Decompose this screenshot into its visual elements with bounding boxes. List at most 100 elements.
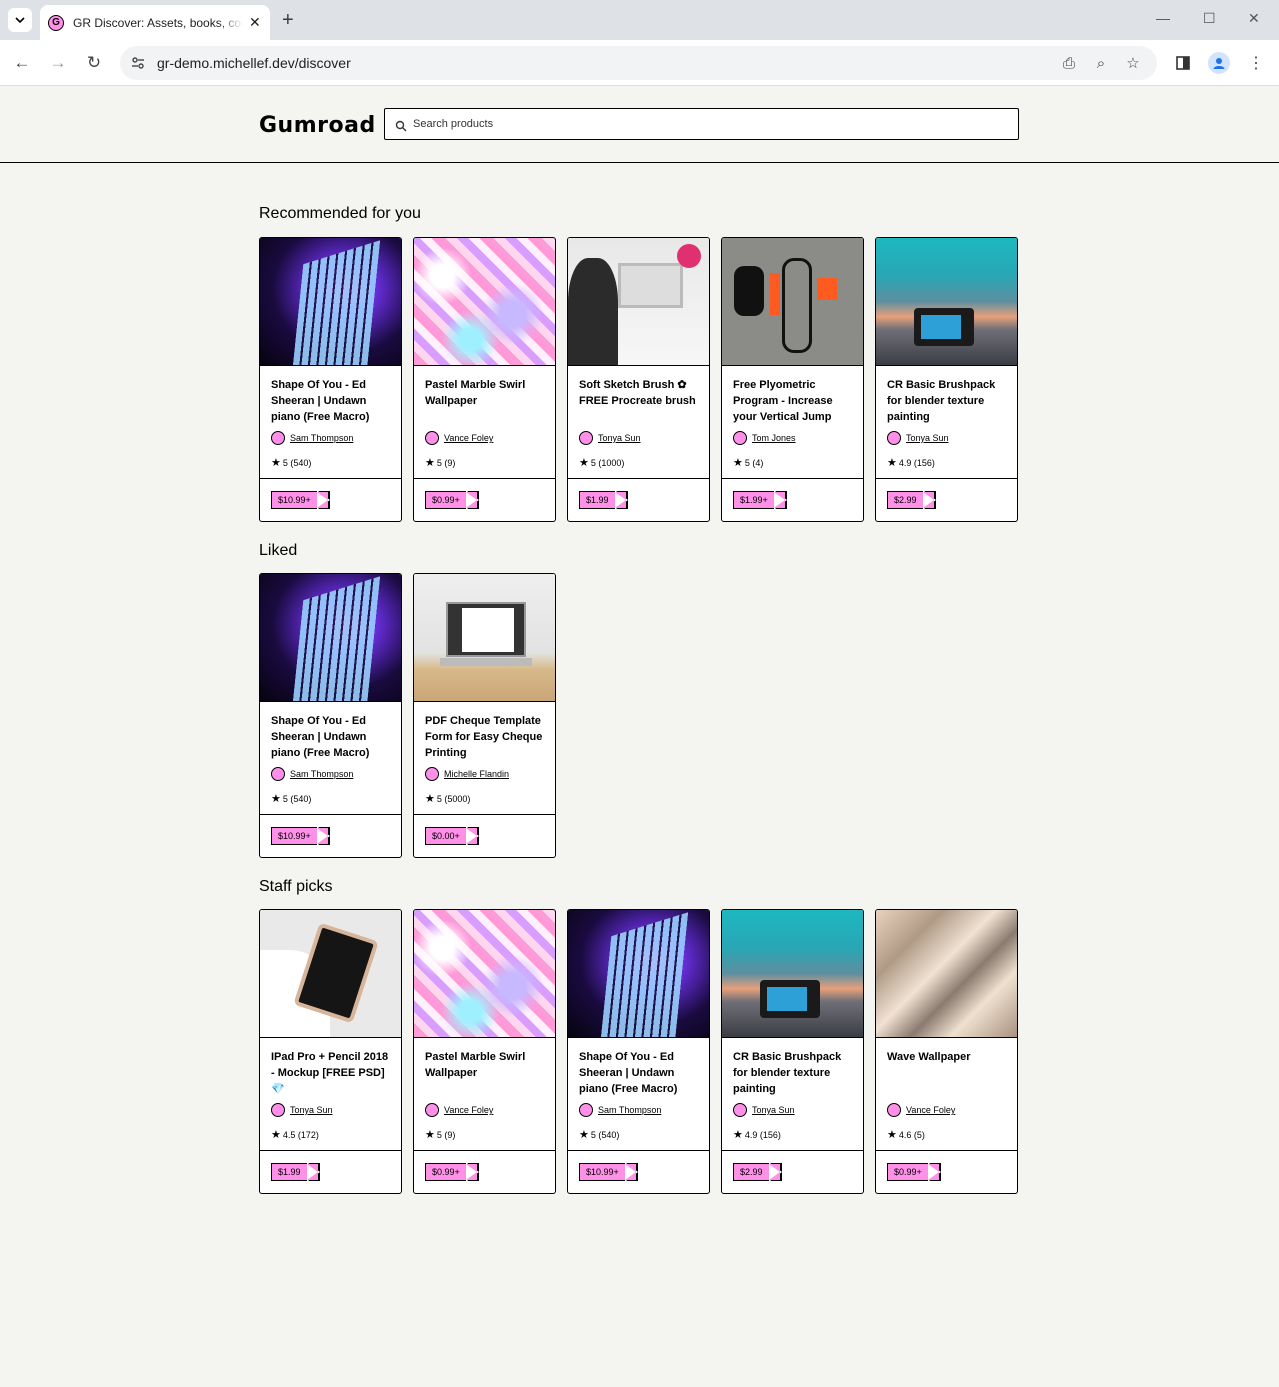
creator-link[interactable]: Tonya Sun [579, 431, 641, 445]
product-card[interactable]: PDF Cheque Template Form for Easy Cheque… [413, 573, 556, 858]
product-title[interactable]: Shape Of You - Ed Sheeran | Undawn piano… [271, 713, 390, 761]
price-tag: $0.99+ [425, 1163, 479, 1181]
creator-link[interactable]: Vance Foley [887, 1103, 955, 1117]
product-title[interactable]: Shape Of You - Ed Sheeran | Undawn piano… [579, 1049, 698, 1097]
product-card[interactable]: Free Plyometric Program - Increase your … [721, 237, 864, 522]
product-title[interactable]: CR Basic Brushpack for blender texture p… [733, 1049, 852, 1097]
product-title[interactable]: Pastel Marble Swirl Wallpaper [425, 1049, 544, 1097]
product-rating: ★ 5 (540) [579, 1128, 619, 1141]
product-rating: ★ 5 (9) [425, 456, 455, 469]
product-thumbnail[interactable] [568, 238, 709, 366]
product-info: Pastel Marble Swirl Wallpaper Vance Fole… [414, 1038, 555, 1151]
creator-link[interactable]: Sam Thompson [271, 767, 353, 781]
creator-name[interactable]: Sam Thompson [598, 1105, 661, 1115]
product-rating: ★ 5 (9) [425, 1128, 455, 1141]
product-title[interactable]: Shape Of You - Ed Sheeran | Undawn piano… [271, 377, 390, 425]
gumroad-logo[interactable]: Gumroad [259, 113, 376, 138]
product-card[interactable]: Wave Wallpaper Vance Foley ★ 4.6 (5) $0.… [875, 909, 1018, 1194]
close-tab-icon[interactable]: ✕ [249, 14, 261, 31]
product-thumbnail[interactable] [876, 910, 1017, 1038]
creator-link[interactable]: Tonya Sun [733, 1103, 795, 1117]
product-title[interactable]: IPad Pro + Pencil 2018 - Mockup [FREE PS… [271, 1049, 390, 1097]
star-icon: ★ [579, 457, 589, 469]
minimize-icon[interactable]: — [1156, 10, 1170, 26]
product-card[interactable]: Shape Of You - Ed Sheeran | Undawn piano… [259, 237, 402, 522]
product-card[interactable]: CR Basic Brushpack for blender texture p… [875, 237, 1018, 522]
creator-name[interactable]: Tonya Sun [906, 433, 949, 443]
creator-link[interactable]: Tonya Sun [887, 431, 949, 445]
creator-name[interactable]: Tonya Sun [752, 1105, 795, 1115]
search-bar[interactable] [384, 108, 1019, 140]
product-info: Shape Of You - Ed Sheeran | Undawn piano… [260, 702, 401, 815]
product-price-row: $0.99+ [876, 1151, 1017, 1193]
creator-name[interactable]: Sam Thompson [290, 433, 353, 443]
creator-name[interactable]: Vance Foley [444, 1105, 493, 1115]
product-thumbnail[interactable] [568, 910, 709, 1038]
url-text[interactable]: gr-demo.michellef.dev/discover [157, 55, 351, 71]
product-thumbnail[interactable] [722, 910, 863, 1038]
product-card[interactable]: Pastel Marble Swirl Wallpaper Vance Fole… [413, 237, 556, 522]
product-thumbnail[interactable] [876, 238, 1017, 366]
product-card[interactable]: Shape Of You - Ed Sheeran | Undawn piano… [567, 909, 710, 1194]
product-price-row: $0.99+ [414, 1151, 555, 1193]
browser-tab-bar: G GR Discover: Assets, books, courses ✕ … [0, 0, 1279, 40]
product-thumbnail[interactable] [260, 238, 401, 366]
browser-tab[interactable]: G GR Discover: Assets, books, courses ✕ [40, 5, 270, 40]
forward-icon[interactable]: → [46, 51, 70, 75]
product-thumbnail[interactable] [722, 238, 863, 366]
creator-name[interactable]: Vance Foley [444, 433, 493, 443]
product-card[interactable]: CR Basic Brushpack for blender texture p… [721, 909, 864, 1194]
product-rating: ★ 5 (1000) [579, 456, 624, 469]
creator-avatar [271, 1103, 285, 1117]
bookmark-star-icon[interactable]: ☆ [1124, 54, 1142, 72]
profile-avatar-icon[interactable] [1208, 52, 1230, 74]
product-title[interactable]: Wave Wallpaper [887, 1049, 1006, 1097]
back-icon[interactable]: ← [10, 51, 34, 75]
product-thumbnail[interactable] [414, 238, 555, 366]
chevron-down-icon [15, 17, 25, 24]
product-price-row: $10.99+ [260, 479, 401, 521]
creator-name[interactable]: Vance Foley [906, 1105, 955, 1115]
new-tab-icon[interactable]: + [282, 8, 294, 32]
creator-name[interactable]: Tom Jones [752, 433, 796, 443]
product-thumbnail[interactable] [260, 574, 401, 702]
kebab-menu-icon[interactable]: ⋮ [1245, 52, 1267, 74]
rating-text: 5 (4) [744, 457, 764, 468]
site-info-icon[interactable] [130, 55, 146, 71]
product-thumbnail[interactable] [414, 910, 555, 1038]
maximize-icon[interactable]: ☐ [1203, 10, 1216, 27]
product-card[interactable]: Soft Sketch Brush ✿ FREE Procreate brush… [567, 237, 710, 522]
creator-link[interactable]: Vance Foley [425, 431, 493, 445]
creator-name[interactable]: Sam Thompson [290, 769, 353, 779]
product-price-row: $2.99 [722, 1151, 863, 1193]
tab-list-button[interactable] [8, 8, 32, 32]
creator-link[interactable]: Vance Foley [425, 1103, 493, 1117]
product-title[interactable]: PDF Cheque Template Form for Easy Cheque… [425, 713, 544, 761]
star-icon: ★ [425, 793, 435, 805]
side-panel-icon[interactable] [1172, 52, 1194, 74]
creator-name[interactable]: Tonya Sun [290, 1105, 333, 1115]
product-grid-recommended: Shape Of You - Ed Sheeran | Undawn piano… [259, 237, 1018, 522]
creator-link[interactable]: Sam Thompson [271, 431, 353, 445]
reload-icon[interactable]: ↻ [82, 51, 106, 75]
creator-link[interactable]: Tonya Sun [271, 1103, 333, 1117]
install-app-icon[interactable]: ⎙ [1060, 54, 1078, 72]
product-card[interactable]: IPad Pro + Pencil 2018 - Mockup [FREE PS… [259, 909, 402, 1194]
close-window-icon[interactable]: ✕ [1248, 10, 1260, 27]
creator-link[interactable]: Tom Jones [733, 431, 796, 445]
zoom-icon[interactable]: ⌕ [1092, 54, 1110, 72]
product-title[interactable]: CR Basic Brushpack for blender texture p… [887, 377, 1006, 425]
creator-link[interactable]: Michelle Flandin [425, 767, 509, 781]
product-title[interactable]: Pastel Marble Swirl Wallpaper [425, 377, 544, 425]
product-card[interactable]: Shape Of You - Ed Sheeran | Undawn piano… [259, 573, 402, 858]
product-title[interactable]: Free Plyometric Program - Increase your … [733, 377, 852, 425]
product-card[interactable]: Pastel Marble Swirl Wallpaper Vance Fole… [413, 909, 556, 1194]
product-thumbnail[interactable] [414, 574, 555, 702]
creator-name[interactable]: Tonya Sun [598, 433, 641, 443]
address-bar[interactable]: gr-demo.michellef.dev/discover ⎙ ⌕ ☆ [120, 46, 1157, 80]
creator-link[interactable]: Sam Thompson [579, 1103, 661, 1117]
product-thumbnail[interactable] [260, 910, 401, 1038]
product-title[interactable]: Soft Sketch Brush ✿ FREE Procreate brush [579, 377, 698, 425]
search-input[interactable] [413, 118, 993, 130]
creator-name[interactable]: Michelle Flandin [444, 769, 509, 779]
